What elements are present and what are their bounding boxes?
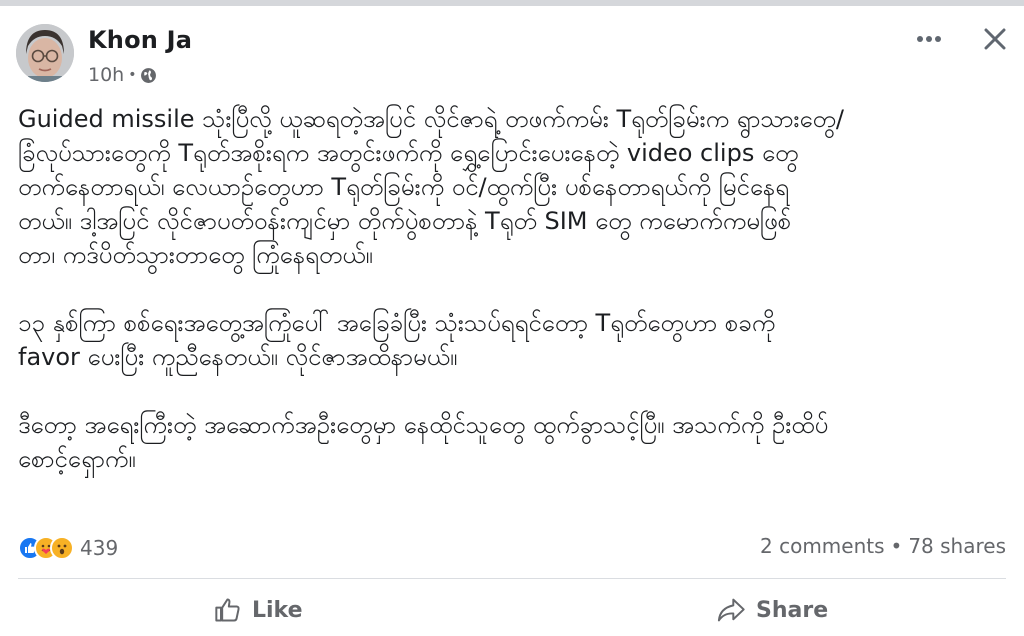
share-label: Share <box>756 597 829 623</box>
more-options-icon[interactable] <box>912 24 946 54</box>
like-label: Like <box>252 597 303 623</box>
post-paragraph-3: ဒီတော့ အရေးကြီးတဲ့ အဆောက်အဦးတွေမှာ နေထို… <box>18 411 829 473</box>
post-meta: 10h • <box>88 64 157 86</box>
share-button[interactable]: Share <box>716 588 828 632</box>
post-paragraph-1: Guided missile သုံးပြီလို့ ယူဆရတဲ့အပြင် … <box>18 105 845 269</box>
reaction-count[interactable]: 439 <box>80 536 118 560</box>
profile-photo <box>16 24 74 82</box>
author-name[interactable]: Khon Ja <box>88 26 192 54</box>
post-text: Guided missile သုံးပြီလို့ ယူဆရတဲ့အပြင် … <box>18 102 1010 510</box>
post-time[interactable]: 10h <box>88 64 124 86</box>
thumbs-up-icon <box>214 596 242 624</box>
reactions-summary[interactable]: 439 <box>18 533 118 563</box>
comments-count[interactable]: 2 comments <box>760 534 885 558</box>
shares-count[interactable]: 78 shares <box>908 534 1006 558</box>
avatar[interactable] <box>16 24 74 82</box>
share-arrow-icon <box>716 596 746 624</box>
facebook-post: Khon Ja 10h • Guided missile သုံးပြီလို့… <box>0 6 1024 636</box>
globe-icon[interactable] <box>140 67 157 84</box>
close-icon[interactable] <box>978 22 1012 56</box>
like-button[interactable]: Like <box>214 588 303 632</box>
post-paragraph-2: ၁၃ နှစ်ကြာ စစ်ရေးအတွေ့အကြုံပေါ် အခြေခံပြ… <box>18 309 776 371</box>
action-divider <box>18 578 1006 579</box>
stats-separator: • <box>890 534 903 558</box>
meta-separator-icon: • <box>128 67 137 83</box>
wow-icon <box>50 536 74 560</box>
post-stats: 2 comments • 78 shares <box>760 534 1006 558</box>
